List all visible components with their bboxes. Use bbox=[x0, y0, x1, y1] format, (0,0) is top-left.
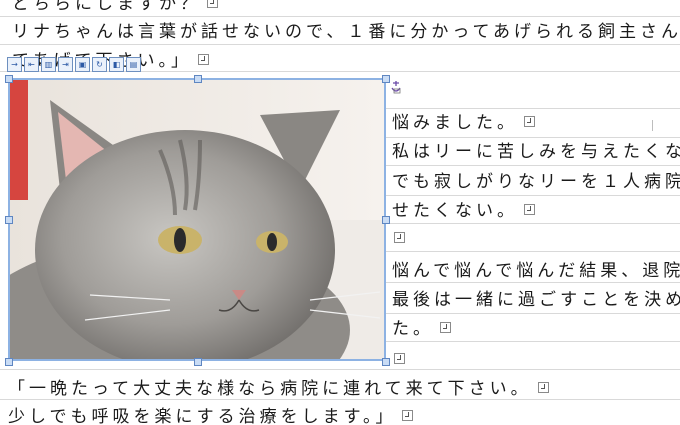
margin-tick bbox=[652, 120, 653, 131]
paragraph-mark-icon bbox=[394, 231, 405, 243]
paragraph-mark-icon bbox=[440, 321, 451, 333]
paragraph-mark-icon bbox=[394, 352, 405, 364]
cat-photo-image[interactable] bbox=[8, 78, 386, 361]
text-line[interactable]: た。 bbox=[392, 319, 451, 339]
resize-handle[interactable] bbox=[5, 358, 13, 366]
line-rule bbox=[386, 341, 680, 342]
text-line[interactable]: でも寂しがりなリーを１人病院 bbox=[392, 172, 680, 192]
resize-handle[interactable] bbox=[382, 358, 390, 366]
text-line[interactable]: 最後は一緒に過ごすことを決め bbox=[392, 290, 680, 310]
line-text: 「一晩たって大丈夫な様なら病院に連れて来て下さい。 bbox=[8, 379, 532, 399]
line-text: でも寂しがりなリーを１人病院 bbox=[392, 172, 680, 192]
line-rule bbox=[386, 137, 680, 138]
line-rule bbox=[0, 44, 680, 45]
bring-front-icon[interactable]: ◧ bbox=[109, 57, 124, 72]
line-rule bbox=[0, 16, 680, 17]
line-rule bbox=[386, 282, 680, 283]
anchor-icon[interactable] bbox=[390, 80, 402, 94]
line-text: 悩んで悩んで悩んだ結果、退院 bbox=[392, 261, 680, 281]
line-rule bbox=[0, 369, 680, 370]
crop-icon[interactable]: ▣ bbox=[75, 57, 90, 72]
text-line[interactable]: せたくない。 bbox=[392, 201, 535, 221]
text-line[interactable]: 悩んで悩んで悩んだ結果、退院 bbox=[392, 261, 680, 281]
text-line[interactable]: 私はリーに苦しみを与えたくな bbox=[392, 142, 680, 162]
resize-handle[interactable] bbox=[194, 75, 202, 83]
line-rule bbox=[0, 399, 680, 400]
properties-icon[interactable]: ▤ bbox=[126, 57, 141, 72]
wrap-right-icon[interactable]: ⇥ bbox=[58, 57, 73, 72]
resize-handle[interactable] bbox=[382, 216, 390, 224]
wrap-left-icon[interactable]: ⇤ bbox=[24, 57, 39, 72]
rotate-icon[interactable]: ↻ bbox=[92, 57, 107, 72]
line-rule bbox=[386, 251, 680, 252]
text-line[interactable]: 「一晩たって大丈夫な様なら病院に連れて来て下さい。 bbox=[8, 379, 549, 399]
line-text: せたくない。 bbox=[392, 201, 518, 221]
paragraph-mark-icon bbox=[524, 203, 535, 215]
line-text: どちらにしますか？ bbox=[12, 0, 201, 14]
line-text: リナちゃんは言葉が話せないので、１番に分かってあげられる飼主さん bbox=[12, 22, 680, 42]
wrap-inline-icon[interactable]: → bbox=[7, 57, 22, 72]
text-line[interactable]: リナちゃんは言葉が話せないので、１番に分かってあげられる飼主さん bbox=[12, 22, 680, 42]
resize-handle[interactable] bbox=[5, 75, 13, 83]
paragraph-mark-icon bbox=[402, 409, 414, 421]
line-rule bbox=[386, 313, 680, 314]
text-line[interactable] bbox=[388, 229, 405, 249]
paragraph-mark-icon bbox=[198, 53, 209, 65]
line-rule bbox=[386, 165, 680, 166]
line-rule bbox=[386, 108, 680, 109]
cat-photo bbox=[10, 80, 384, 359]
line-text: 最後は一緒に過ごすことを決め bbox=[392, 290, 680, 310]
paragraph-mark-icon bbox=[207, 0, 218, 8]
text-line[interactable]: どちらにしますか？ bbox=[12, 0, 218, 14]
paragraph-mark-icon bbox=[524, 115, 535, 127]
resize-handle[interactable] bbox=[5, 216, 13, 224]
image-toolbar: → ⇤ ▥ ⇥ ▣ ↻ ◧ ▤ bbox=[7, 57, 141, 73]
line-text: 少しでも呼吸を楽にする治療をします。」 bbox=[8, 407, 397, 425]
line-text: 私はリーに苦しみを与えたくな bbox=[392, 142, 680, 162]
line-text: た。 bbox=[392, 319, 434, 339]
text-line[interactable]: 悩みました。 bbox=[392, 113, 535, 133]
text-line[interactable] bbox=[388, 350, 405, 370]
document-page[interactable]: どちらにしますか？ リナちゃんは言葉が話せないので、１番に分かってあげられる飼主… bbox=[0, 0, 680, 425]
wrap-square-icon[interactable]: ▥ bbox=[41, 57, 56, 72]
resize-handle[interactable] bbox=[382, 75, 390, 83]
line-rule bbox=[386, 195, 680, 196]
paragraph-mark-icon bbox=[537, 381, 549, 393]
line-text: 悩みました。 bbox=[392, 113, 518, 133]
line-rule bbox=[386, 223, 680, 224]
text-line[interactable]: 少しでも呼吸を楽にする治療をします。」 bbox=[8, 407, 414, 425]
resize-handle[interactable] bbox=[194, 358, 202, 366]
